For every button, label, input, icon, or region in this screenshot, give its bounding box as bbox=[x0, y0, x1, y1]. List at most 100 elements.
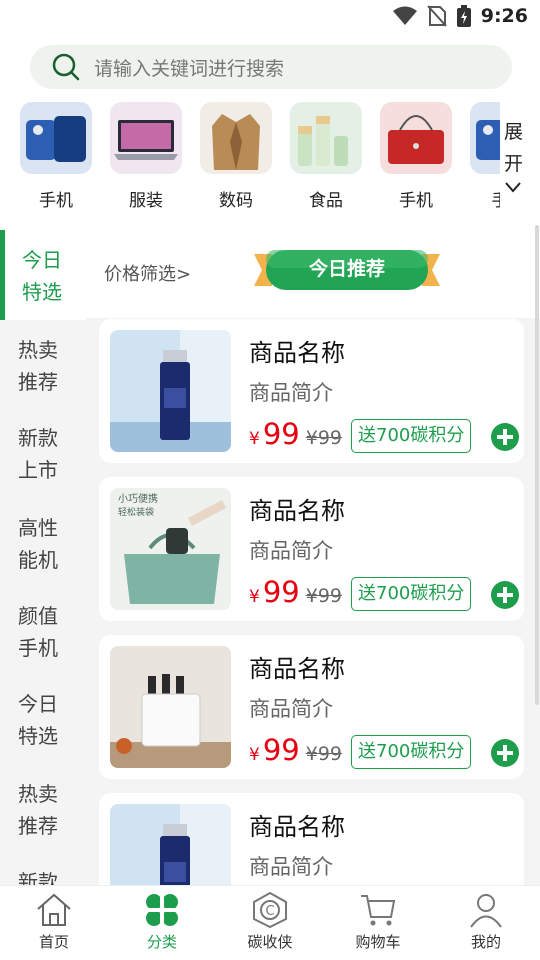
price-row: ¥ 99 ¥99 bbox=[249, 733, 342, 771]
side-item-label: 颜值手机 bbox=[18, 604, 58, 660]
product-card[interactable]: 商品名称 商品简介 ¥ 99 ¥99 送700碳积分 bbox=[99, 319, 524, 463]
tab-mine[interactable]: 我的 bbox=[432, 892, 540, 958]
original-price: ¥99 bbox=[305, 743, 342, 765]
side-item-hot-sale[interactable]: 热卖推荐 bbox=[0, 320, 86, 410]
side-item-hot-sale-2[interactable]: 热卖推荐 bbox=[0, 764, 86, 854]
cart-icon bbox=[361, 895, 396, 926]
expand-label-2: 开 bbox=[504, 153, 524, 175]
currency-symbol: ¥ bbox=[249, 587, 260, 607]
side-item-today-picks[interactable]: 今日特选 bbox=[0, 230, 86, 320]
side-item-label: 今日特选 bbox=[18, 692, 58, 748]
category-label: 手 bbox=[470, 186, 501, 211]
add-to-cart-icon[interactable] bbox=[490, 738, 520, 768]
category-item[interactable]: 数码 bbox=[200, 102, 274, 212]
category-strip: 手机 服装 数码 食品 手机 展 开 bbox=[0, 102, 540, 220]
product-card[interactable]: 商品名称 商品简介 ¥ 99 ¥99 送700碳积分 bbox=[99, 635, 524, 779]
side-menu: 今日特选 热卖推荐 新款上市 高性能机 颜值手机 今日特选 热卖推荐 新款 bbox=[0, 230, 86, 885]
today-recommend-label: 今日推荐 bbox=[308, 258, 385, 280]
side-item-new-2[interactable]: 新款 bbox=[0, 852, 86, 885]
tab-label: 碳收侠 bbox=[247, 933, 293, 951]
status-bar: 9:26 bbox=[0, 0, 540, 36]
category-item[interactable]: 食品 bbox=[290, 102, 364, 212]
home-icon bbox=[37, 893, 71, 926]
product-list-area: 价格筛选> 今日推荐 商品名称 商品简介 ¥ 99 ¥99 送700碳积分 小巧… bbox=[86, 230, 540, 885]
knife-sterilizer-image bbox=[110, 646, 231, 768]
image-caption-1: 小巧便携 bbox=[118, 492, 158, 505]
cosmetics-thumbnail bbox=[290, 102, 362, 174]
product-card[interactable]: 商品名称 商品简介 bbox=[99, 793, 524, 885]
no-sim-icon bbox=[426, 5, 447, 27]
search-icon bbox=[52, 53, 80, 81]
product-name: 商品名称 bbox=[249, 813, 345, 841]
chevron-down-icon bbox=[505, 182, 521, 193]
add-to-cart-icon[interactable] bbox=[490, 422, 520, 452]
price-row: ¥ 99 ¥99 bbox=[249, 417, 342, 455]
side-item-new-arrivals[interactable]: 新款上市 bbox=[0, 408, 86, 498]
carbon-points-badge: 送700碳积分 bbox=[351, 577, 472, 611]
today-recommend-tag[interactable]: 今日推荐 bbox=[254, 250, 440, 290]
carbon-hexagon-icon: C bbox=[253, 892, 287, 928]
price-row: ¥ 99 ¥99 bbox=[249, 575, 342, 613]
side-item-label: 新款上市 bbox=[18, 426, 58, 482]
tab-home[interactable]: 首页 bbox=[0, 892, 108, 958]
carbon-points-badge: 送700碳积分 bbox=[351, 419, 472, 453]
tab-label: 我的 bbox=[470, 933, 501, 951]
category-label: 食品 bbox=[309, 191, 343, 211]
side-item-high-performance[interactable]: 高性能机 bbox=[0, 498, 86, 588]
product-brief: 商品简介 bbox=[249, 855, 333, 879]
product-price: 99 bbox=[262, 417, 300, 451]
category-item[interactable]: 手 bbox=[470, 102, 500, 212]
category-label: 服装 bbox=[129, 191, 163, 211]
category-item[interactable]: 手机 bbox=[20, 102, 94, 212]
category-item[interactable]: 服装 bbox=[110, 102, 184, 212]
product-name: 商品名称 bbox=[249, 497, 345, 525]
product-price: 99 bbox=[262, 733, 300, 767]
serum-bottle-image bbox=[110, 804, 231, 885]
side-item-label: 热卖推荐 bbox=[18, 338, 58, 394]
tab-category[interactable]: 分类 bbox=[108, 892, 216, 958]
expand-label-1: 展 bbox=[504, 121, 524, 143]
product-name: 商品名称 bbox=[249, 655, 345, 683]
battery-icon bbox=[456, 5, 471, 27]
search-input[interactable]: 请输入关键词进行搜索 bbox=[94, 54, 284, 81]
tab-label: 购物车 bbox=[355, 933, 401, 951]
tab-label: 首页 bbox=[38, 933, 69, 951]
search-bar[interactable]: 请输入关键词进行搜索 bbox=[30, 45, 512, 89]
add-to-cart-icon[interactable] bbox=[490, 580, 520, 610]
product-brief: 商品简介 bbox=[249, 539, 333, 563]
profile-icon bbox=[470, 894, 502, 928]
category-label: 手机 bbox=[399, 191, 433, 211]
side-item-stylish-phones[interactable]: 颜值手机 bbox=[0, 586, 86, 676]
currency-symbol: ¥ bbox=[249, 745, 260, 765]
tab-carbon[interactable]: C 碳收侠 bbox=[216, 892, 324, 958]
wifi-icon bbox=[392, 6, 417, 25]
serum-bottle-image bbox=[110, 330, 231, 452]
clover-icon bbox=[145, 894, 179, 926]
status-icons: 9:26 bbox=[392, 5, 528, 27]
green-handbag-image: 小巧便携 轻松装袋 bbox=[110, 488, 231, 610]
side-item-label: 新款 bbox=[18, 870, 58, 885]
carbon-points-badge: 送700碳积分 bbox=[351, 735, 472, 769]
side-item-label: 今日特选 bbox=[22, 248, 62, 304]
side-item-label: 高性能机 bbox=[18, 516, 58, 572]
product-brief: 商品简介 bbox=[249, 381, 333, 405]
image-caption-2: 轻松装袋 bbox=[118, 506, 154, 518]
status-time: 9:26 bbox=[480, 5, 528, 27]
tab-cart[interactable]: 购物车 bbox=[324, 892, 432, 958]
side-item-today-picks-2[interactable]: 今日特选 bbox=[0, 674, 86, 764]
expand-button[interactable]: 展 开 bbox=[504, 116, 532, 212]
scrollbar[interactable] bbox=[535, 225, 539, 705]
product-brief: 商品简介 bbox=[249, 697, 333, 721]
side-item-label: 热卖推荐 bbox=[18, 782, 58, 838]
phone-thumbnail bbox=[20, 102, 92, 174]
filter-row: 价格筛选> 今日推荐 bbox=[86, 230, 540, 318]
bottom-tab-bar: 首页 分类 C 碳收侠 购物车 我的 bbox=[0, 885, 540, 960]
product-card[interactable]: 小巧便携 轻松装袋 商品名称 商品简介 ¥ 99 ¥99 送700碳积分 bbox=[99, 477, 524, 621]
svg-text:C: C bbox=[265, 904, 274, 919]
category-item[interactable]: 手机 bbox=[380, 102, 454, 212]
coat-thumbnail bbox=[200, 102, 272, 174]
category-label: 数码 bbox=[219, 191, 253, 211]
price-filter-link[interactable]: 价格筛选> bbox=[104, 260, 191, 286]
category-label: 手机 bbox=[39, 191, 73, 211]
handbag-thumbnail bbox=[380, 102, 452, 174]
